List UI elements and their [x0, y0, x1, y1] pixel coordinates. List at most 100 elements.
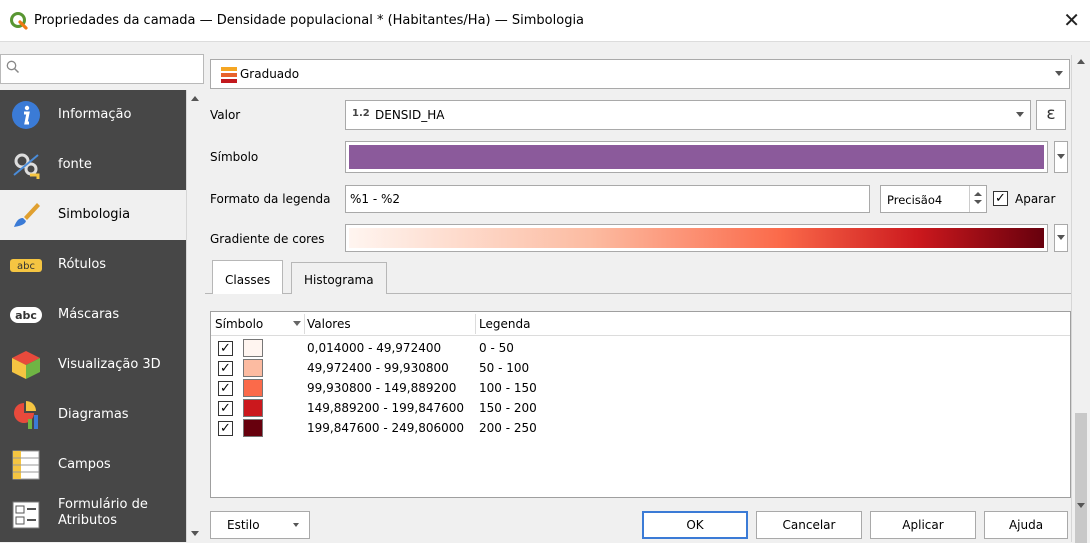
class-checkbox[interactable]: ✓ [218, 361, 233, 376]
class-checkbox[interactable]: ✓ [218, 341, 233, 356]
class-color-swatch[interactable] [243, 339, 263, 357]
symbol-button[interactable] [345, 141, 1048, 173]
class-legend[interactable]: 50 - 100 [479, 361, 529, 375]
source-icon [13, 153, 40, 179]
tab-histogram[interactable]: Histograma [291, 262, 387, 294]
style-menu-button[interactable]: Estilo [210, 511, 310, 539]
class-values[interactable]: 149,889200 - 199,847600 [307, 401, 464, 415]
legend-format-input[interactable]: %1 - %2 [345, 185, 870, 213]
class-color-swatch[interactable] [243, 399, 263, 417]
scroll-up-icon[interactable] [1077, 59, 1085, 64]
chevron-down-icon [1016, 112, 1024, 117]
sidebar-item-labels[interactable]: abc Rótulos [0, 240, 186, 290]
class-color-swatch[interactable] [243, 379, 263, 397]
help-button[interactable]: Ajuda [984, 511, 1068, 539]
value-label: Valor [210, 108, 241, 122]
value-field-text: DENSID_HA [375, 108, 445, 122]
sidebar-item-label: Rótulos [58, 257, 107, 272]
graduated-renderer-icon [221, 67, 237, 83]
header-values[interactable]: Valores [307, 317, 351, 331]
spinner-arrows-icon[interactable] [969, 186, 986, 212]
chevron-down-icon [1057, 154, 1065, 159]
scroll-thumb[interactable] [1075, 413, 1087, 543]
symbol-swatch [349, 145, 1044, 169]
header-legend[interactable]: Legenda [479, 317, 530, 331]
diagram-icon [14, 401, 38, 429]
sidebar-item-label: Informação [58, 107, 132, 122]
sidebar-item-diagrams[interactable]: Diagramas [0, 390, 186, 440]
svg-text:abc: abc [17, 261, 35, 272]
table-row[interactable]: ✓ 149,889200 - 199,847600 150 - 200 [211, 398, 1070, 418]
table-row[interactable]: ✓ 0,014000 - 49,972400 0 - 50 [211, 338, 1070, 358]
sidebar: Informação fonte Simbologia abc Rótulos … [0, 90, 186, 542]
sidebar-item-info[interactable]: Informação [0, 90, 186, 140]
sidebar-item-label: Visualização 3D [58, 357, 161, 372]
form-icon [12, 501, 40, 529]
sidebar-item-masks[interactable]: abc Máscaras [0, 290, 186, 340]
legend-format-label: Formato da legenda [210, 192, 331, 206]
scroll-down-icon[interactable] [1077, 503, 1085, 508]
class-values[interactable]: 99,930800 - 149,889200 [307, 381, 456, 395]
abc-label-icon: abc [10, 259, 42, 272]
tab-classes[interactable]: Classes [212, 260, 284, 294]
class-values[interactable]: 49,972400 - 99,930800 [307, 361, 449, 375]
class-checkbox[interactable]: ✓ [218, 401, 233, 416]
sidebar-item-label: fonte [58, 157, 92, 172]
search-input[interactable] [0, 54, 204, 84]
renderer-select[interactable]: Graduado [210, 59, 1070, 89]
chevron-down-icon [1055, 71, 1063, 76]
symbol-label: Símbolo [210, 150, 259, 164]
class-values[interactable]: 0,014000 - 49,972400 [307, 341, 441, 355]
svg-text:abc: abc [15, 309, 37, 322]
sidebar-item-label: Formulário de Atributos [58, 497, 148, 528]
trim-label: Aparar [1015, 192, 1056, 206]
table-row[interactable]: ✓ 199,847600 - 249,806000 200 - 250 [211, 418, 1070, 438]
class-values[interactable]: 199,847600 - 249,806000 [307, 421, 464, 435]
symbol-dropdown[interactable] [1054, 141, 1068, 173]
precision-spinbox[interactable]: Precisão4 [880, 185, 987, 213]
class-legend[interactable]: 200 - 250 [479, 421, 537, 435]
sidebar-scrollbar[interactable] [186, 90, 203, 542]
sidebar-item-symbology[interactable]: Simbologia [0, 190, 186, 240]
color-ramp-preview [349, 228, 1044, 248]
sidebar-item-label: Diagramas [58, 407, 129, 422]
cancel-button[interactable]: Cancelar [756, 511, 862, 539]
class-color-swatch[interactable] [243, 419, 263, 437]
class-legend[interactable]: 0 - 50 [479, 341, 514, 355]
ok-button[interactable]: OK [642, 511, 748, 539]
sidebar-item-label: Simbologia [58, 207, 131, 222]
info-icon [12, 101, 40, 129]
class-checkbox[interactable]: ✓ [218, 421, 233, 436]
close-icon[interactable]: ✕ [1063, 8, 1080, 32]
apply-button[interactable]: Aplicar [870, 511, 976, 539]
color-ramp-button[interactable] [345, 224, 1048, 252]
class-checkbox[interactable]: ✓ [218, 381, 233, 396]
header-symbol[interactable]: Símbolo [215, 317, 263, 331]
expression-button[interactable]: ε [1036, 100, 1066, 130]
chevron-down-icon [1057, 235, 1065, 240]
sidebar-item-3d-view[interactable]: Visualização 3D [0, 340, 186, 390]
cube-3d-icon [12, 351, 40, 379]
color-ramp-dropdown[interactable] [1054, 224, 1068, 252]
sidebar-item-label: Máscaras [58, 307, 120, 322]
trim-checkbox[interactable]: ✓ [993, 191, 1008, 206]
class-legend[interactable]: 150 - 200 [479, 401, 537, 415]
table-row[interactable]: ✓ 49,972400 - 99,930800 50 - 100 [211, 358, 1070, 378]
sidebar-item-source[interactable]: fonte [0, 140, 186, 190]
value-field-select[interactable]: 1.2 DENSID_HA [345, 100, 1031, 130]
scroll-down-icon[interactable] [191, 531, 199, 536]
scroll-up-icon[interactable] [191, 96, 199, 101]
color-ramp-label: Gradiente de cores [210, 232, 325, 246]
paintbrush-icon [14, 203, 40, 227]
precision-label: Precisão [887, 193, 935, 207]
renderer-selected: Graduado [240, 67, 300, 81]
class-legend[interactable]: 100 - 150 [479, 381, 537, 395]
classes-table: Símbolo Valores Legenda ✓ 0,014000 - 49,… [210, 311, 1071, 498]
sidebar-item-attributes-form[interactable]: Formulário de Atributos [0, 490, 186, 540]
class-color-swatch[interactable] [243, 359, 263, 377]
sidebar-item-label: Campos [58, 457, 111, 472]
panel-scrollbar[interactable] [1071, 55, 1090, 543]
title-bar: Propriedades da camada — Densidade popul… [0, 0, 1090, 42]
sidebar-item-fields[interactable]: Campos [0, 440, 186, 490]
table-row[interactable]: ✓ 99,930800 - 149,889200 100 - 150 [211, 378, 1070, 398]
